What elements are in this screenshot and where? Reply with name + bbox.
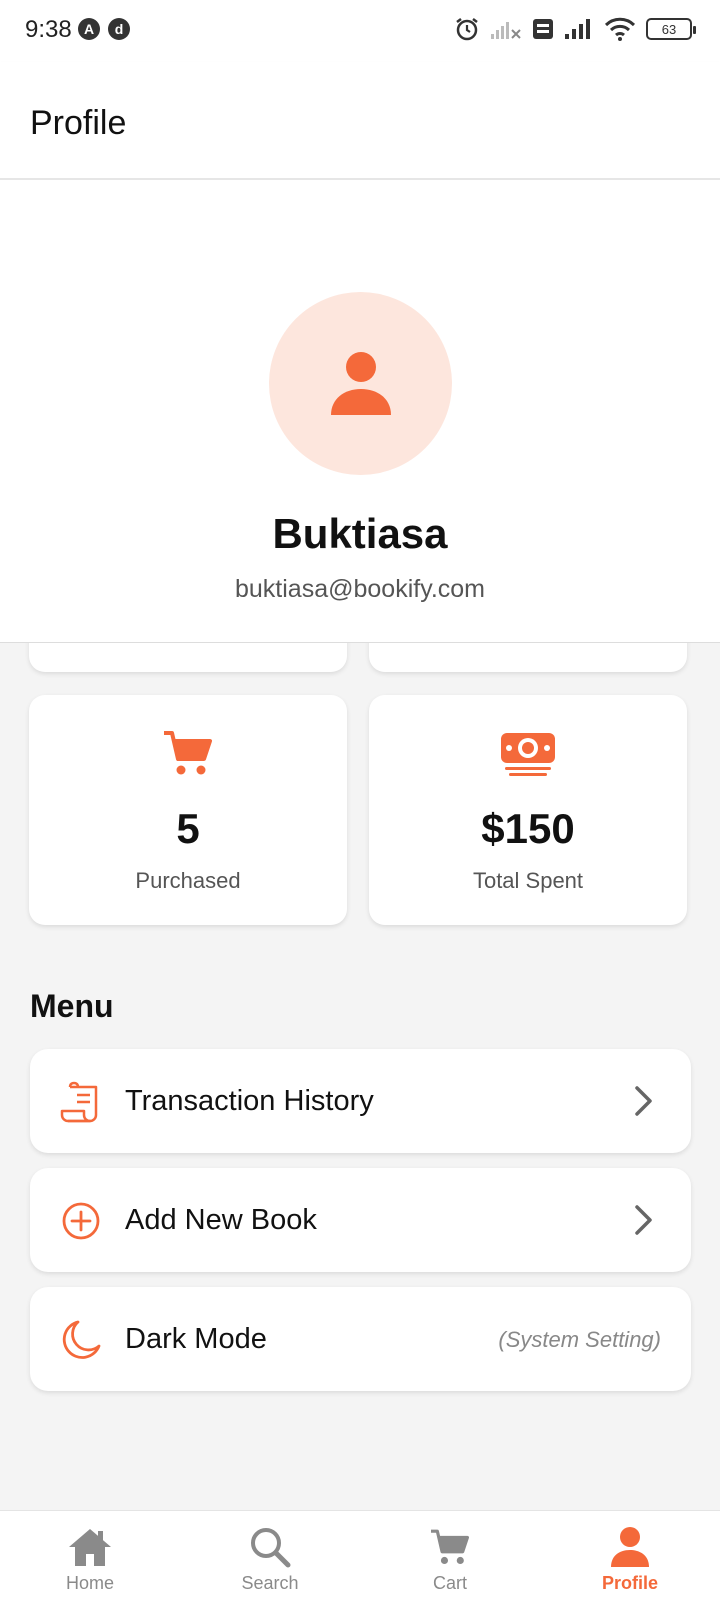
wifi-icon [604,17,636,41]
receipt-icon [60,1081,98,1123]
menu-title: Menu [30,988,114,1024]
alarm-icon [456,18,478,41]
notification-a-icon: A [78,18,100,40]
profile-panel: Buktiasa buktiasa@bookify.com [0,180,720,643]
cart-icon [164,731,212,775]
purchased-value: 5 [176,805,200,852]
signal-icon [565,19,590,39]
search-icon [251,1528,291,1568]
nav-label: Search [241,1573,299,1593]
menu-label: Transaction History [125,1085,374,1117]
status-time: 9:38 [25,16,72,43]
battery-icon: 63 [646,18,696,40]
nav-label: Profile [601,1573,658,1593]
chevron-right-icon [635,1086,652,1116]
battery-level: 63 [661,21,677,37]
stat-card-purchased: 5 Purchased [29,695,347,925]
status-bar: 9:38 A d 63 [0,0,720,62]
user-email: buktiasa@bookify.com [234,575,486,603]
system-icons: 63 [454,16,696,42]
moon-icon [62,1320,101,1359]
cart-icon [431,1529,469,1565]
money-icon [501,733,555,776]
nav-label: Home [65,1573,114,1593]
nav-label: Cart [432,1573,467,1593]
nav-item-home[interactable]: Home [0,1511,180,1600]
menu-item-transaction-history[interactable]: Transaction History [30,1049,691,1153]
volte-icon [533,19,553,39]
menu-label: Add New Book [125,1204,317,1236]
user-name: Buktiasa [272,510,448,557]
person-icon [611,1527,649,1567]
purchased-label: Purchased [135,868,241,893]
notification-d-icon: d [108,18,130,40]
no-signal-icon [491,22,521,39]
avatar[interactable] [269,292,452,475]
nav-item-profile[interactable]: Profile [540,1511,720,1600]
menu-label: Dark Mode [125,1323,267,1355]
plus-circle-icon [62,1202,100,1240]
total-spent-value: $150 [481,805,575,852]
chevron-right-icon [635,1205,652,1235]
user-icon [330,351,391,415]
menu-item-dark-mode[interactable]: Dark Mode (System Setting) [30,1287,691,1391]
notification-icons: A d [78,18,130,40]
app-header: Profile [0,62,720,180]
total-spent-label: Total Spent [472,868,584,893]
menu-item-add-new-book[interactable]: Add New Book [30,1168,691,1272]
page-title: Profile [30,104,127,142]
stat-card-total-spent: $150 Total Spent [369,695,687,925]
dark-mode-setting: (System Setting) [498,1327,661,1352]
nav-item-cart[interactable]: Cart [360,1511,540,1600]
bottom-nav: Home Search Cart Profile [0,1510,720,1600]
nav-item-search[interactable]: Search [180,1511,360,1600]
home-icon [69,1529,111,1566]
